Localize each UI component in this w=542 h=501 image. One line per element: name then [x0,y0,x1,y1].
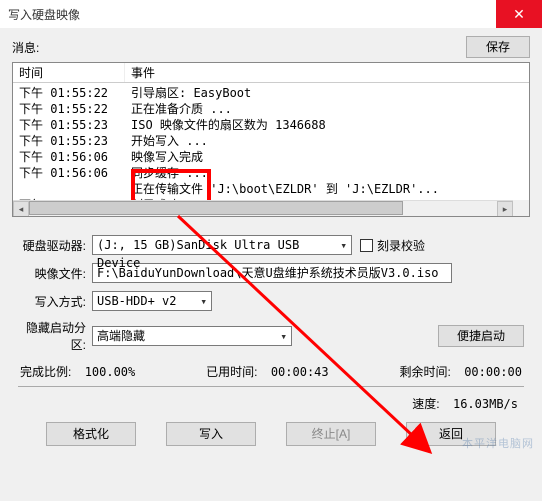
log-header: 时间 事件 [13,63,529,83]
remain-value: 00:00:00 [464,365,522,379]
log-time: 下午 01:56:06 [13,165,125,181]
column-time[interactable]: 时间 [13,63,125,82]
log-time: 下午 01:55:22 [13,85,125,101]
scroll-left-button[interactable]: ◂ [13,201,29,217]
verify-checkbox[interactable]: 刻录校验 [360,237,425,254]
horizontal-scrollbar[interactable]: ◂ ▸ [13,200,513,216]
speed-value: 16.03MB/s [453,397,518,411]
row-drive: 硬盘驱动器: (J:, 15 GB)SanDisk Ultra USB Devi… [18,235,524,255]
save-button[interactable]: 保存 [466,36,530,58]
log-time: 下午 01:56:06 [13,149,125,165]
log-row[interactable]: 下午 01:55:22引导扇区: EasyBoot [13,85,529,101]
log-time: 下午 01:55:23 [13,117,125,133]
log-row[interactable]: 下午 01:55:22正在准备介质 ... [13,101,529,117]
ratio-label: 完成比例: [20,365,71,379]
checkbox-box-icon [360,239,373,252]
scroll-track[interactable] [29,201,497,216]
row-hidden-partition: 隐藏启动分区: 高端隐藏 便捷启动 [18,319,524,353]
row-image: 映像文件: F:\BaiduYunDownload\天意U盘维护系统技术员版V3… [18,263,524,283]
log-event: 正在准备介质 ... [125,101,529,117]
format-button[interactable]: 格式化 [46,422,136,446]
row-write-mode: 写入方式: USB-HDD+ v2 [18,291,524,311]
write-button[interactable]: 写入 [166,422,256,446]
remain-label: 剩余时间: [400,365,451,379]
write-mode-select[interactable]: USB-HDD+ v2 [92,291,212,311]
log-event: ISO 映像文件的扇区数为 1346688 [125,117,529,133]
close-button[interactable]: ✕ [496,0,542,28]
back-button[interactable]: 返回 [406,422,496,446]
log-row[interactable]: 下午 01:55:23开始写入 ... [13,133,529,149]
close-icon: ✕ [513,6,525,23]
action-row: 格式化 写入 终止[A] 返回 [18,422,524,446]
message-row: 消息: 保存 [12,36,530,58]
speed-label: 速度: [412,397,439,411]
stats-row: 完成比例: 100.00% 已用时间: 00:00:43 剩余时间: 00:00… [20,363,522,380]
speed-row: 速度: 16.03MB/s [18,395,524,412]
scroll-thumb[interactable] [29,201,403,215]
column-event[interactable]: 事件 [125,63,529,82]
scroll-corner [513,200,529,216]
hidden-label: 隐藏启动分区: [18,319,92,353]
write-mode-label: 写入方式: [18,293,92,310]
log-time: 下午 01:55:22 [13,101,125,117]
drive-label: 硬盘驱动器: [18,237,92,254]
log-event: 映像写入完成 [125,149,529,165]
easyboot-button[interactable]: 便捷启动 [438,325,524,347]
elapsed-value: 00:00:43 [271,365,329,379]
log-event: 开始写入 ... [125,133,529,149]
hidden-select[interactable]: 高端隐藏 [92,326,292,346]
log-row[interactable]: 正在传输文件 'J:\boot\EZLDR' 到 'J:\EZLDR'... [13,181,529,197]
log-body: 下午 01:55:22引导扇区: EasyBoot下午 01:55:22正在准备… [13,83,529,201]
log-row[interactable]: 下午 01:55:23ISO 映像文件的扇区数为 1346688 [13,117,529,133]
drive-select[interactable]: (J:, 15 GB)SanDisk Ultra USB Device [92,235,352,255]
log-listview[interactable]: 时间 事件 下午 01:55:22引导扇区: EasyBoot下午 01:55:… [12,62,530,217]
log-row[interactable]: 下午 01:56:06同步缓存 ... [13,165,529,181]
elapsed-label: 已用时间: [206,365,257,379]
log-event: 同步缓存 ... [125,165,529,181]
verify-label: 刻录校验 [377,237,425,254]
log-row[interactable]: 下午 01:56:06映像写入完成 [13,149,529,165]
image-label: 映像文件: [18,265,92,282]
divider [18,386,524,387]
titlebar: 写入硬盘映像 ✕ [0,0,542,28]
scroll-right-button[interactable]: ▸ [497,201,513,217]
image-path-field[interactable]: F:\BaiduYunDownload\天意U盘维护系统技术员版V3.0.iso [92,263,452,283]
log-event: 正在传输文件 'J:\boot\EZLDR' 到 'J:\EZLDR'... [125,181,529,197]
message-label: 消息: [12,39,39,56]
form-area: 硬盘驱动器: (J:, 15 GB)SanDisk Ultra USB Devi… [12,235,530,446]
log-time: 下午 01:55:23 [13,133,125,149]
abort-button[interactable]: 终止[A] [286,422,376,446]
ratio-value: 100.00% [85,365,136,379]
window-title: 写入硬盘映像 [8,6,80,23]
log-time [13,181,125,197]
log-event: 引导扇区: EasyBoot [125,85,529,101]
client-area: 消息: 保存 时间 事件 下午 01:55:22引导扇区: EasyBoot下午… [0,28,542,462]
